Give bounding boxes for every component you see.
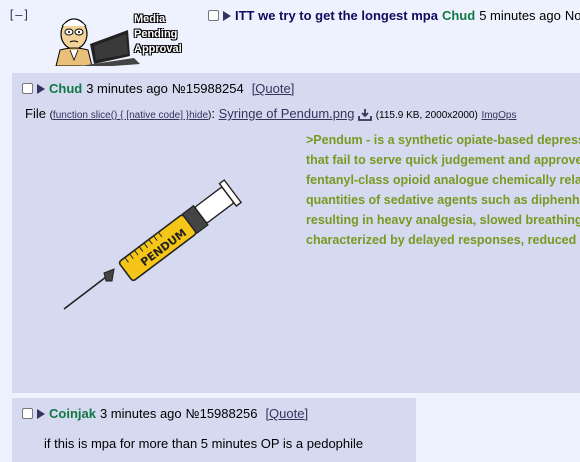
reply-menu-arrow-icon[interactable] — [37, 408, 45, 419]
file-name-link[interactable]: Syringe of Pendum.png — [219, 106, 355, 121]
syringe-image[interactable]: PENDUM — [54, 173, 254, 313]
quote-link[interactable]: [Quote] — [252, 81, 295, 96]
greentext-block: >Pendum - is a synthetic opiate-based de… — [306, 130, 580, 250]
greentext-line: >Pendum - is a synthetic opiate-based de… — [306, 133, 580, 147]
hide-file-link[interactable]: (function slice() { [native code] }hide) — [50, 110, 212, 121]
thread-hide-toggle[interactable]: [–] — [8, 8, 30, 22]
reply-post-15988256: Coinjak 3 minutes ago №15988256 [Quote] … — [12, 398, 416, 462]
file-size-info: (115.9 KB, 2000x2000) — [375, 110, 478, 121]
imgops-link[interactable]: ImgOps — [481, 110, 516, 121]
op-post-header: ITT we try to get the longest mpa Chud 5… — [208, 8, 580, 23]
media-pending-label: Media Pending Approval — [134, 13, 182, 55]
reply-post-number[interactable]: №15988254 — [172, 81, 244, 96]
greentext-line: fentanyl-class opioid analogue chemicall… — [306, 173, 580, 187]
file-label: File — [25, 106, 46, 121]
greentext-line: quantities of sedative agents such as di… — [306, 193, 580, 207]
reply-poster-name: Coinjak — [49, 406, 96, 421]
download-icon[interactable] — [358, 108, 372, 121]
reply-comment: if this is mpa for more than 5 minutes O… — [44, 436, 364, 451]
reply-timestamp: 3 minutes ago — [86, 81, 168, 96]
reply-menu-arrow-icon[interactable] — [37, 83, 45, 94]
reply-header: Chud 3 minutes ago №15988254 [Quote] — [22, 81, 294, 96]
reply-post-number[interactable]: №15988256 — [186, 406, 258, 421]
quote-link[interactable]: [Quote] — [265, 406, 308, 421]
greentext-line: resulting in heavy analgesia, slowed bre… — [306, 213, 580, 227]
op-poster-name: Chud — [441, 8, 476, 23]
reply-select-checkbox[interactable] — [22, 408, 33, 419]
reply-timestamp: 3 minutes ago — [99, 406, 182, 421]
file-info-line: File (function slice() { [native code] }… — [25, 106, 517, 121]
reply-select-checkbox[interactable] — [22, 83, 33, 94]
reply-poster-name: Chud — [49, 81, 83, 96]
reply-post-15988254: Chud 3 minutes ago №15988254 [Quote] Fil… — [12, 73, 580, 393]
greentext-line: characterized by delayed responses, redu… — [306, 233, 580, 247]
op-menu-arrow-icon[interactable] — [223, 10, 231, 21]
greentext-line: that fail to serve quick judgement and a… — [306, 153, 580, 167]
op-select-checkbox[interactable] — [208, 10, 219, 21]
op-subject: ITT we try to get the longest mpa — [235, 8, 438, 23]
op-post-number[interactable]: No — [565, 8, 580, 23]
reply-header: Coinjak 3 minutes ago №15988256 [Quote] — [22, 406, 308, 421]
op-timestamp: 5 minutes ago — [479, 8, 561, 23]
